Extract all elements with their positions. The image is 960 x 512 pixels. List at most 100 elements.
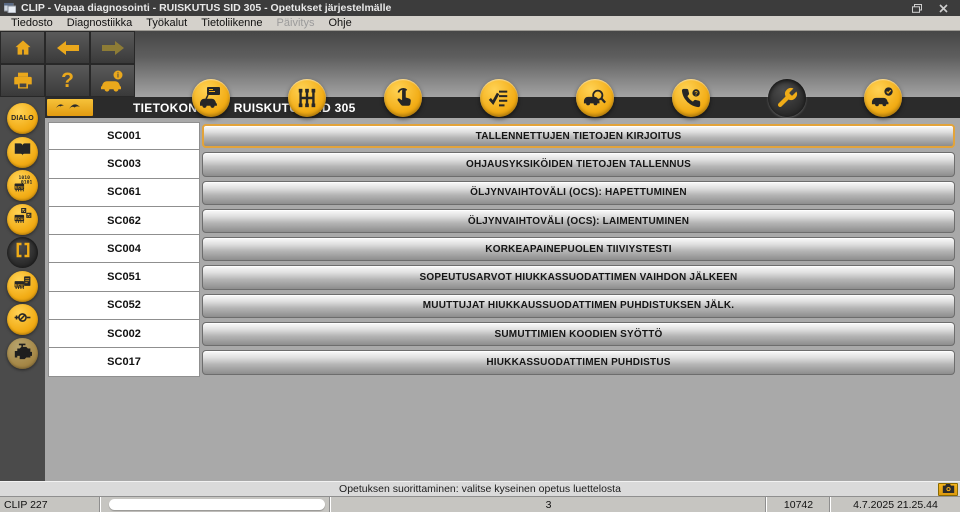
table-row: SC051 SOPEUTUSARVOT HIUKKASSUODATTIMEN V… xyxy=(48,262,955,292)
back-button[interactable] xyxy=(45,31,90,64)
menu-bar: Tiedosto Diagnostiikka Työkalut Tietolii… xyxy=(0,16,960,31)
sidebar-item-dialo[interactable]: DIALO xyxy=(7,103,38,134)
command-code: SC001 xyxy=(48,122,200,151)
print-button[interactable] xyxy=(0,64,45,97)
menu-tietoliikenne[interactable]: Tietoliikenne xyxy=(194,17,269,29)
sidebar-item-ecu-identification[interactable]: ECU xyxy=(7,203,38,235)
vehicle-computer-icon xyxy=(199,86,223,110)
command-button[interactable]: ÖLJYNVAIHTOVÄLI (OCS): LAIMENTUMINEN xyxy=(202,208,955,234)
vehicle-info-button[interactable]: i xyxy=(90,64,135,97)
vehicle-inspection-button[interactable] xyxy=(576,79,614,117)
vehicle-validation-icon xyxy=(871,86,895,110)
command-code: SC003 xyxy=(48,149,200,179)
printer-icon xyxy=(12,71,34,91)
close-button[interactable] xyxy=(930,1,956,15)
manual-selection-icon xyxy=(392,87,414,109)
restore-button[interactable] xyxy=(904,1,930,15)
birds-icon xyxy=(53,99,87,117)
command-button[interactable]: OHJAUSYKSIKÖIDEN TIETOJEN TALLENNUS xyxy=(202,152,955,177)
menu-ohje[interactable]: Ohje xyxy=(321,17,358,29)
home-icon xyxy=(12,38,34,58)
menu-tiedosto[interactable]: Tiedosto xyxy=(4,17,60,29)
table-row: SC062 ÖLJYNVAIHTOVÄLI (OCS): LAIMENTUMIN… xyxy=(48,205,955,236)
clip-version: CLIP 227 xyxy=(4,498,48,511)
svg-text:ECU: ECU xyxy=(15,216,23,221)
message-bar: Opetuksen suorittaminen: valitse kyseine… xyxy=(0,481,960,497)
command-button[interactable]: ÖLJYNVAIHTOVÄLI (OCS): HAPETTUMINEN xyxy=(202,180,955,205)
progress-cell xyxy=(100,497,330,512)
command-code: SC052 xyxy=(48,290,200,321)
command-button[interactable]: MUUTTUJAT HIUKKAUSSUODATTIMEN PUHDISTUKS… xyxy=(202,293,955,319)
dialo-logo: DIALO xyxy=(11,115,34,122)
menu-tyokalut[interactable]: Työkalut xyxy=(139,17,194,29)
phone-support-icon: ? xyxy=(680,87,702,109)
table-row: SC002 SUMUTTIMIEN KOODIEN SYÖTTÖ xyxy=(48,319,955,349)
command-code: SC002 xyxy=(48,319,200,349)
gearbox-button[interactable] xyxy=(288,79,326,117)
context-tab[interactable] xyxy=(47,99,93,116)
svg-text:ECU: ECU xyxy=(15,282,23,287)
table-row: SC061 ÖLJYNVAIHTOVÄLI (OCS): HAPETTUMINE… xyxy=(48,177,955,207)
command-button[interactable]: SUMUTTIMIEN KOODIEN SYÖTTÖ xyxy=(202,322,955,347)
nav-button-grid: ? i xyxy=(0,31,136,97)
forward-arrow-icon xyxy=(101,40,125,56)
manual-selection-button[interactable] xyxy=(384,79,422,117)
test-report-icon xyxy=(488,87,510,109)
instruction-text: Opetuksen suorittaminen: valitse kyseine… xyxy=(339,483,621,495)
command-code: SC004 xyxy=(48,234,200,264)
repair-wrench-icon xyxy=(775,86,799,110)
help-icon: ? xyxy=(61,69,74,92)
ecu-document-icon: ECU xyxy=(13,274,32,298)
command-code: SC051 xyxy=(48,262,200,292)
forward-button xyxy=(90,31,135,64)
menu-paivitys: Päivitys xyxy=(276,17,315,29)
menu-diagnostiikka[interactable]: Diagnostiikka xyxy=(60,17,139,29)
adjustment-icon xyxy=(13,308,32,332)
sidebar-item-adjustment[interactable] xyxy=(7,304,38,335)
gearbox-icon xyxy=(296,87,318,109)
toolbar: ? i ? xyxy=(0,31,960,117)
back-arrow-icon xyxy=(56,40,80,56)
vehicle-validation-button[interactable] xyxy=(864,79,902,117)
ecu-identification-icon: ECU xyxy=(13,207,32,231)
table-row: SC052 MUUTTUJAT HIUKKAUSSUODATTIMEN PUHD… xyxy=(48,290,955,321)
status-count: 3 xyxy=(330,497,766,512)
table-row: SC001 TALLENNETTUJEN TIETOJEN KIRJOITUS xyxy=(48,122,955,151)
phone-support-button[interactable]: ? xyxy=(672,79,710,117)
status-code: 10742 xyxy=(766,497,830,512)
command-code: SC061 xyxy=(48,177,200,207)
command-table: SC001 TALLENNETTUJEN TIETOJEN KIRJOITUS … xyxy=(45,118,960,481)
command-button[interactable]: HIUKKASSUODATTIMEN PUHDISTUS xyxy=(202,350,955,375)
svg-text:i: i xyxy=(117,72,119,79)
status-datetime: 4.7.2025 21.25.44 xyxy=(830,497,960,512)
connector-brackets-icon xyxy=(14,241,32,264)
sidebar-item-engine[interactable] xyxy=(7,337,38,369)
vehicle-info-icon: i xyxy=(100,70,126,92)
svg-text:ECU: ECU xyxy=(15,184,23,189)
sidebar-item-documentation[interactable] xyxy=(7,136,38,168)
test-report-button[interactable] xyxy=(480,79,518,117)
repair-button[interactable] xyxy=(768,79,806,117)
vehicle-computer-button[interactable] xyxy=(192,79,230,117)
sidebar-item-ecu-data[interactable]: 1010 0101 ECU xyxy=(7,170,38,201)
command-button[interactable]: SOPEUTUSARVOT HIUKKASSUODATTIMEN VAIHDON… xyxy=(202,265,955,290)
command-code: SC017 xyxy=(48,347,200,377)
title-bar: CLIP - Vapaa diagnosointi - RUISKUTUS SI… xyxy=(0,0,960,16)
table-row: SC017 HIUKKASSUODATTIMEN PUHDISTUS xyxy=(48,347,955,377)
command-button[interactable]: KORKEAPAINEPUOLEN TIIVIYSTESTI xyxy=(202,237,955,262)
ecu-binary-data-icon: 1010 0101 ECU xyxy=(13,174,32,198)
sidebar-item-connector[interactable] xyxy=(7,237,38,268)
documentation-book-icon xyxy=(13,141,32,163)
progress-bar xyxy=(109,499,325,510)
screenshot-camera-icon xyxy=(942,483,955,496)
help-button[interactable]: ? xyxy=(45,64,90,97)
status-bar: CLIP 227 3 10742 4.7.2025 21.25.44 xyxy=(0,497,960,512)
svg-text:?: ? xyxy=(694,91,698,97)
app-window-icon xyxy=(4,3,16,13)
table-row: SC004 KORKEAPAINEPUOLEN TIIVIYSTESTI xyxy=(48,234,955,264)
screenshot-button[interactable] xyxy=(938,483,958,496)
command-button[interactable]: TALLENNETTUJEN TIETOJEN KIRJOITUS xyxy=(202,124,955,149)
sidebar-item-ecu-document[interactable]: ECU xyxy=(7,270,38,302)
engine-icon xyxy=(13,342,33,365)
home-button[interactable] xyxy=(0,31,45,64)
